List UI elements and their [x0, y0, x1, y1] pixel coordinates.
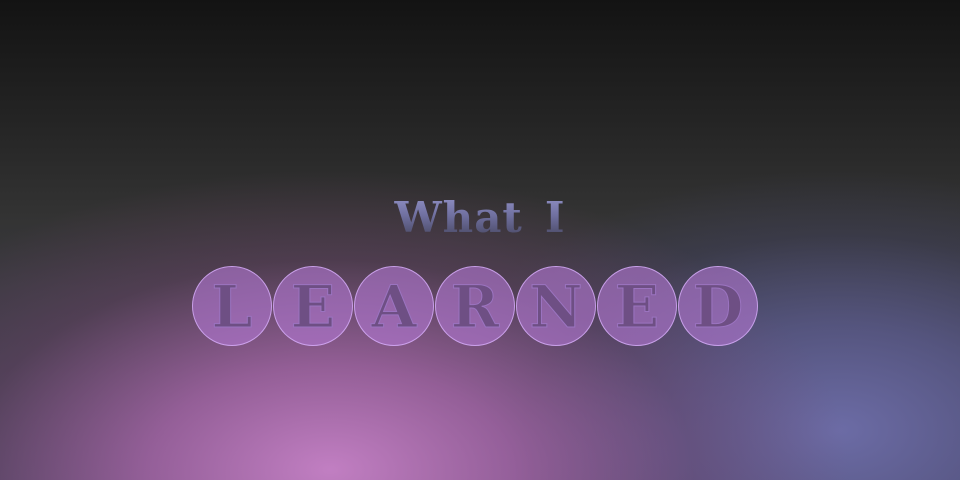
title-word-what: What [394, 193, 523, 242]
letter: D [692, 273, 744, 341]
letter-circle: D [678, 266, 758, 346]
letter: L [211, 273, 253, 341]
letter: E [290, 273, 336, 341]
letter-circle: E [597, 266, 677, 346]
letter-circle: R [435, 266, 515, 346]
letter-circle: A [354, 266, 434, 346]
title-line-what-i: What I [0, 190, 960, 246]
letter: N [529, 273, 583, 341]
letter-circle: N [516, 266, 596, 346]
title-slide: What I L E A R N E D [0, 0, 960, 480]
letter-circle: E [273, 266, 353, 346]
title-line-learned: L E A R N E D [192, 266, 758, 348]
letter-circle: L [192, 266, 272, 346]
letter: R [450, 273, 500, 341]
letter: A [371, 273, 417, 341]
title-word-i: I [544, 193, 566, 242]
letter: E [614, 273, 660, 341]
